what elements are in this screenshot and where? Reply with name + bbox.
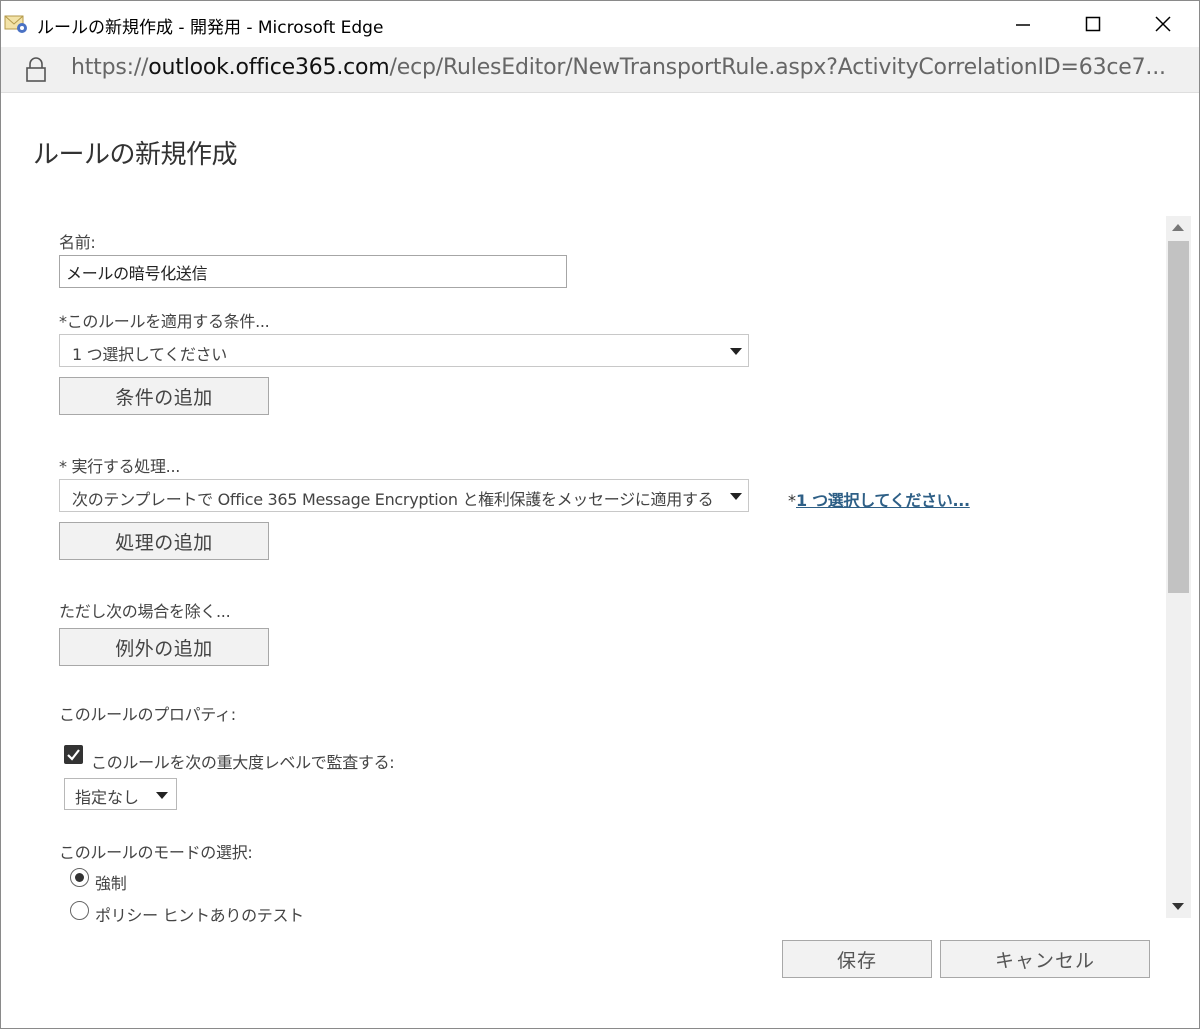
url-text[interactable]: https://outlook.office365.com/ecp/RulesE…	[71, 55, 1181, 80]
cancel-button[interactable]: キャンセル	[940, 940, 1150, 978]
outlook-envelope-icon	[4, 15, 27, 33]
close-icon	[1155, 16, 1171, 32]
add-action-button[interactable]: 処理の追加	[59, 522, 269, 560]
dropdown-arrow-icon	[730, 493, 742, 500]
checkmark-icon	[67, 749, 80, 761]
maximize-button[interactable]	[1058, 1, 1128, 47]
name-input[interactable]	[59, 255, 567, 288]
properties-label: このルールのプロパティ:	[59, 705, 236, 724]
page-title: ルールの新規作成	[33, 140, 238, 170]
dropdown-arrow-icon	[730, 348, 742, 355]
mode-test-label: ポリシー ヒントありのテスト	[95, 906, 304, 925]
scroll-up-arrow-icon[interactable]	[1172, 224, 1184, 231]
mode-enforce-radio[interactable]	[70, 868, 89, 887]
action-select-value: 次のテンプレートで Office 365 Message Encryption …	[72, 490, 714, 509]
audit-label: このルールを次の重大度レベルで監査する:	[91, 753, 395, 772]
browser-window: ルールの新規作成 - 開発用 - Microsoft Edge https://…	[0, 0, 1200, 1029]
select-template-link[interactable]: 1 つ選択してください...	[796, 491, 970, 510]
scroll-thumb[interactable]	[1168, 241, 1189, 593]
action-select[interactable]: 次のテンプレートで Office 365 Message Encryption …	[59, 479, 749, 512]
mode-enforce-label: 強制	[95, 874, 127, 893]
action-label: * 実行する処理...	[59, 457, 181, 476]
required-asterisk: *	[788, 491, 796, 510]
minimize-button[interactable]	[988, 1, 1058, 47]
add-exception-button[interactable]: 例外の追加	[59, 628, 269, 666]
condition-label: *このルールを適用する条件...	[59, 312, 270, 331]
url-scheme: https://	[71, 55, 149, 80]
severity-select[interactable]: 指定なし	[64, 778, 177, 810]
severity-select-value: 指定なし	[75, 788, 140, 807]
add-condition-button[interactable]: 条件の追加	[59, 377, 269, 415]
mode-test-radio[interactable]	[70, 901, 89, 920]
address-bar[interactable]: https://outlook.office365.com/ecp/RulesE…	[1, 47, 1199, 93]
title-bar: ルールの新規作成 - 開発用 - Microsoft Edge	[1, 1, 1199, 47]
minimize-icon	[1016, 24, 1030, 26]
save-button[interactable]: 保存	[782, 940, 932, 978]
dropdown-arrow-icon	[156, 792, 168, 799]
condition-select-value: 1 つ選択してください	[72, 345, 228, 364]
audit-checkbox[interactable]	[64, 745, 83, 764]
exception-label: ただし次の場合を除く...	[59, 602, 231, 621]
vertical-scrollbar[interactable]	[1166, 216, 1191, 918]
scroll-down-arrow-icon[interactable]	[1172, 903, 1184, 910]
window-title: ルールの新規作成 - 開発用 - Microsoft Edge	[37, 18, 384, 38]
url-path: /ecp/RulesEditor/NewTransportRule.aspx?A…	[389, 55, 1166, 80]
url-host: outlook.office365.com	[148, 55, 390, 80]
lock-icon	[26, 57, 46, 82]
name-label: 名前:	[59, 233, 96, 252]
maximize-icon	[1085, 16, 1101, 32]
close-button[interactable]	[1128, 1, 1198, 47]
action-parameter: *1 つ選択してください...	[788, 487, 970, 511]
mode-label: このルールのモードの選択:	[59, 843, 253, 862]
condition-select[interactable]: 1 つ選択してください	[59, 334, 749, 367]
